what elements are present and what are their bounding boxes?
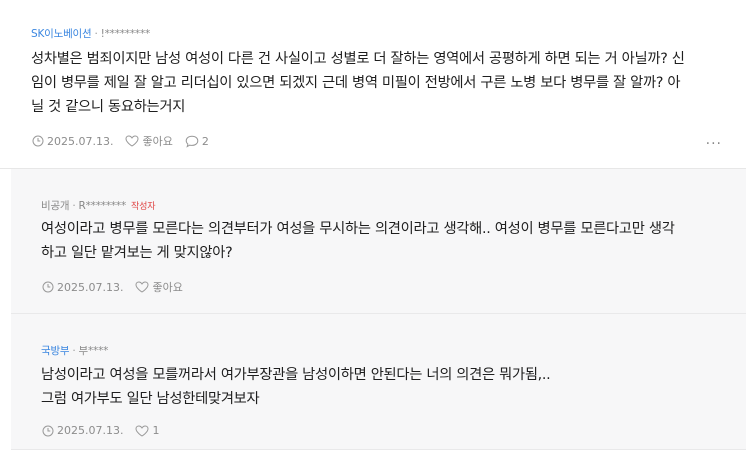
comment-body: 성차별은 범죄이지만 남성 여성이 다른 건 사실이고 성별로 더 잘하는 영역… [31,47,685,119]
like-button[interactable]: 1 [135,424,159,437]
reply-item: 비공개 · R******** 작성자 여성이라고 병무를 모른다는 의견부터가 여성… [11,169,746,314]
comment-meta: SK이노베이션 · !********* [31,26,150,41]
like-label: 좋아요 [152,281,183,294]
clock-icon [32,135,44,147]
heart-icon [135,281,149,293]
comment-line: 성차별은 범죄이지만 남성 여성이 다른 건 사실이고 성별로 더 잘하는 영역… [31,51,685,67]
date-item: 2025.07.13. [42,281,123,294]
reply-date: 2025.07.13. [57,424,124,437]
reply-body: 남성이라고 여성을 모를꺼라서 여가부장관을 남성이하면 안된다는 너의 의견은… [41,363,551,411]
reply-line: 남성이라고 여성을 모를꺼라서 여가부장관을 남성이하면 안된다는 너의 의견은… [41,367,551,383]
like-count: 1 [152,424,160,437]
company-link[interactable]: SK이노베이션 [31,28,92,40]
comment-line: 임이 병무를 제일 잘 알고 리더십이 있으면 되겠지 근데 병역 미필이 전방… [31,75,681,91]
reply-line: 하고 일단 맡겨보는 게 맞지않아? [41,245,233,261]
speech-bubble-icon [185,135,199,148]
reply-date: 2025.07.13. [57,280,124,294]
author-name: !********* [100,28,151,40]
date-item: 2025.07.13. [42,424,123,437]
clock-icon [42,425,54,436]
clock-icon [42,281,54,293]
reply-line: 여성이라고 병무를 모른다는 의견부터가 여성을 무시하는 의견이라고 생각해.… [41,221,675,237]
like-button[interactable]: 좋아요 [135,279,183,295]
author-name: R******** [78,200,127,212]
comment-post: SK이노베이션 · !********* 성차별은 범죄이지만 남성 여성이 다른 … [0,0,746,169]
author-badge: 작성자 [131,202,156,212]
comment-footer: 2025.07.13. 좋아요 2 [32,133,221,149]
comment-count: 2 [201,134,209,148]
company-link[interactable]: 국방부 [41,345,70,357]
meta-separator: · [72,200,76,212]
date-item: 2025.07.13. [32,135,113,148]
heart-icon [135,424,149,437]
meta-separator: · [72,345,76,357]
reply-line: 그럼 여가부도 일단 남성한테맞겨보자 [41,391,260,407]
author-name: 부**** [78,345,109,357]
reply-meta: 국방부 · 부**** [41,343,108,358]
reply-item: 국방부 · 부**** 남성이라고 여성을 모를꺼라서 여가부장관을 남성이하면 안… [11,314,746,450]
comment-date: 2025.07.13. [47,134,114,148]
like-label: 좋아요 [142,135,173,148]
reply-footer: 2025.07.13. 1 [42,424,171,437]
meta-separator: · [94,28,98,40]
reply-meta: 비공개 · R******** 작성자 [41,198,155,213]
more-options-button[interactable]: ... [706,132,722,148]
reply-body: 여성이라고 병무를 모른다는 의견부터가 여성을 무시하는 의견이라고 생각해.… [41,217,675,265]
comment-count-button[interactable]: 2 [185,135,209,148]
comment-line: 닐 것 같으니 동요하는거지 [31,99,186,115]
company-label: 비공개 [41,200,70,212]
reply-footer: 2025.07.13. 좋아요 [42,279,195,295]
like-button[interactable]: 좋아요 [125,133,173,149]
heart-icon [125,135,139,147]
